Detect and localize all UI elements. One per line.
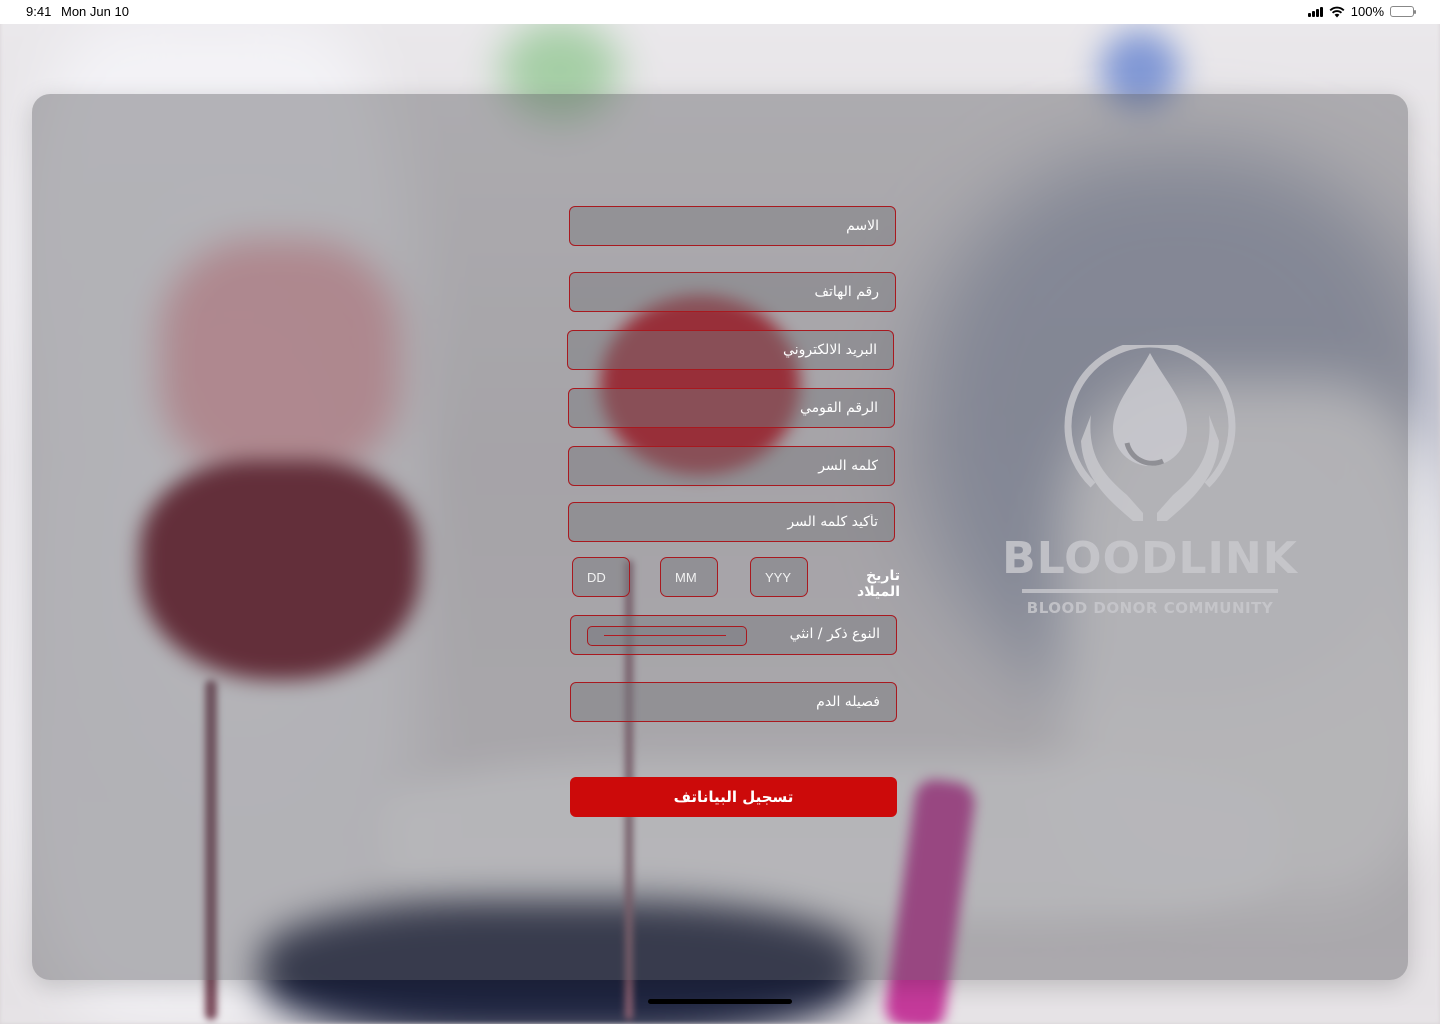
status-time: 9:41: [26, 4, 52, 19]
dob-year-box: [750, 557, 808, 597]
phone-field: [569, 272, 896, 312]
register-button[interactable]: تسجيل البياناتف: [570, 777, 897, 817]
battery-icon: [1390, 6, 1416, 17]
cellular-signal-icon: [1307, 6, 1323, 17]
blood-drop-hands-icon: [1064, 345, 1236, 521]
blood-type-input[interactable]: [571, 683, 896, 721]
national-id-input[interactable]: [569, 389, 894, 427]
name-field: [569, 206, 896, 246]
dob-month-input[interactable]: [661, 558, 717, 596]
email-input[interactable]: [568, 331, 893, 369]
logo-wordmark: BLOODLINK: [1002, 533, 1298, 584]
status-indicators: 100%: [1307, 4, 1416, 19]
logo-divider: [1022, 589, 1278, 593]
gender-label: النوع ذكر / انثي: [789, 626, 880, 642]
bloodlink-logo: BLOODLINK BLOOD DONOR COMMUNITY: [1000, 345, 1300, 625]
blood-type-field: [570, 682, 897, 722]
status-bar: 9:41 Mon Jun 10 100%: [0, 0, 1440, 24]
confirm-password-field: [568, 502, 895, 542]
dob-year-input[interactable]: [751, 558, 807, 596]
wifi-icon: [1329, 6, 1345, 17]
email-field: [567, 330, 894, 370]
dob-label: تاريخ الميلاد: [857, 568, 900, 600]
phone-input[interactable]: [570, 273, 895, 311]
battery-percent: 100%: [1350, 4, 1384, 19]
confirm-password-input[interactable]: [569, 503, 894, 541]
dob-month-box: [660, 557, 718, 597]
gender-select[interactable]: [587, 626, 747, 646]
dob-day-input[interactable]: [573, 558, 629, 596]
password-field: [568, 446, 895, 486]
password-input[interactable]: [569, 447, 894, 485]
logo-tagline: BLOOD DONOR COMMUNITY: [1026, 599, 1274, 617]
gender-field: النوع ذكر / انثي: [570, 615, 897, 655]
national-id-field: [568, 388, 895, 428]
name-input[interactable]: [570, 207, 895, 245]
home-indicator[interactable]: [648, 999, 792, 1004]
status-date: Mon Jun 10: [61, 4, 129, 19]
dob-day-box: [572, 557, 630, 597]
